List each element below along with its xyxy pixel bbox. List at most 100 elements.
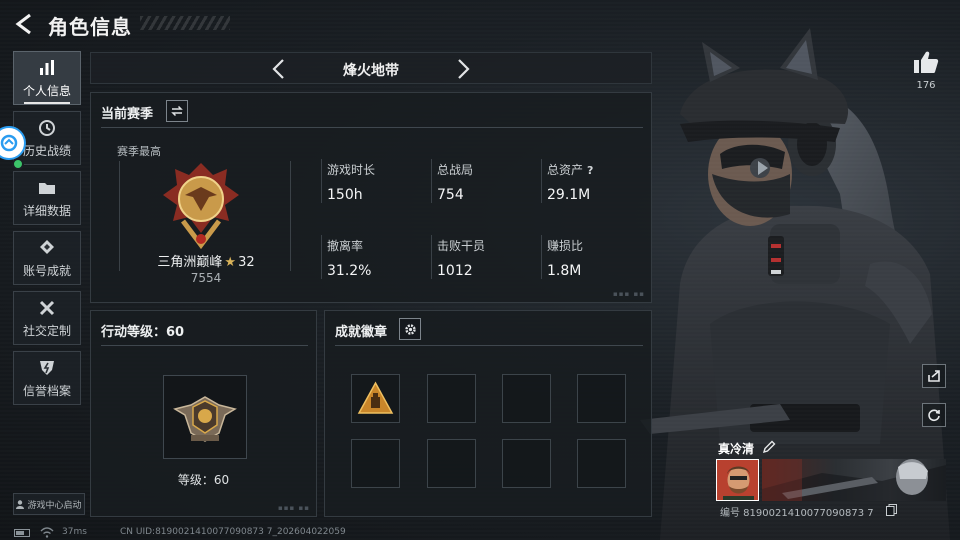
- divider: [321, 235, 322, 279]
- status-dot: [12, 158, 24, 170]
- stat-value: 1.8M: [547, 263, 582, 279]
- badge-slot[interactable]: [427, 374, 476, 423]
- corner-decoration: ▪▪▪ ▪▪: [278, 504, 310, 512]
- stat-value: 29.1M: [547, 187, 591, 203]
- avatar-portrait-icon: [717, 460, 758, 500]
- badge-slot[interactable]: [577, 439, 626, 488]
- badge-slot[interactable]: [502, 439, 551, 488]
- name-card-banner[interactable]: [762, 459, 946, 501]
- rank-name: 三角洲巅峰: [157, 255, 223, 270]
- stat-label: 总战局: [437, 163, 474, 177]
- game-center-launch[interactable]: 游戏中心启动: [13, 493, 85, 515]
- badge-slot[interactable]: [502, 374, 551, 423]
- person-icon: [16, 499, 25, 509]
- folder-icon: [39, 182, 55, 194]
- swap-season-button[interactable]: [166, 100, 188, 122]
- achievement-settings-button[interactable]: [399, 318, 421, 340]
- tools-icon: [39, 300, 55, 315]
- title-stripes: [140, 16, 230, 30]
- gear-icon: [404, 323, 416, 335]
- badge-slot[interactable]: [351, 439, 400, 488]
- sidebar: 个人信息 历史战绩 详细数据 账号成就 社交定制 信誉档案: [13, 51, 81, 411]
- stat-operators-defeated: 击败干员 1012: [437, 237, 485, 279]
- stat-play-time: 游戏时长 150h: [327, 161, 375, 203]
- refresh-button[interactable]: [922, 403, 946, 427]
- share-icon: [928, 370, 940, 382]
- badge-slot[interactable]: [351, 374, 400, 423]
- sidebar-item-label: 账号成就: [22, 263, 71, 278]
- shield-icon: [40, 360, 54, 375]
- bar-chart-icon: [40, 59, 54, 75]
- uid-readout: CN UID:8190021410077090873 7_20260402205…: [120, 527, 346, 537]
- stat-label: 游戏时长: [327, 163, 376, 177]
- back-arrow-icon[interactable]: [12, 12, 36, 36]
- mode-selector: 烽火地带: [90, 52, 652, 84]
- divider: [335, 345, 643, 346]
- player-card: 真冷清 编号 8190021410077090873 7: [716, 440, 946, 522]
- page-title: 角色信息: [48, 15, 132, 39]
- stat-extract-rate: 撤离率 31.2%: [327, 237, 371, 279]
- season-title: 当前赛季: [101, 107, 154, 122]
- edit-pencil-icon[interactable]: [762, 440, 776, 454]
- divider: [431, 235, 432, 279]
- header: 角色信息: [0, 0, 420, 48]
- chevron-right-icon[interactable]: [453, 58, 473, 80]
- rank-score: 7554: [190, 271, 222, 285]
- divider: [431, 159, 432, 203]
- player-id: 编号 8190021410077090873 7: [720, 508, 874, 519]
- corner-decoration: ▪▪▪ ▪▪: [613, 290, 645, 298]
- rank-stars: 32: [238, 255, 255, 270]
- stat-label: 总资产: [547, 163, 584, 177]
- level-panel: 行动等级：60 等级：60 ▪▪▪ ▪▪: [90, 310, 317, 517]
- warning-badge-icon: [357, 381, 394, 414]
- stat-profit-loss: 赚损比 1.8M: [547, 237, 583, 279]
- clock-icon: [39, 119, 55, 136]
- refresh-icon: [928, 409, 940, 422]
- rank-line: 三角洲巅峰 ★ 32: [121, 251, 291, 270]
- game-center-label: 游戏中心启动: [27, 500, 82, 511]
- stat-value: 1012: [437, 263, 473, 279]
- sidebar-item-label: 社交定制: [22, 323, 71, 338]
- sidebar-item-detailed-data[interactable]: 详细数据: [13, 171, 81, 225]
- share-button[interactable]: [922, 364, 946, 388]
- player-name: 真冷清: [718, 442, 755, 456]
- battery-icon: [14, 529, 30, 537]
- sidebar-item-label: 详细数据: [22, 203, 71, 218]
- stat-total-assets: 总资产? 29.1M: [547, 161, 593, 203]
- sidebar-item-label: 个人信息: [22, 83, 71, 98]
- copy-icon[interactable]: [886, 504, 897, 516]
- avatar[interactable]: [716, 459, 759, 501]
- season-best-label: 赛季最高: [117, 145, 161, 158]
- like-count: 176: [916, 80, 936, 91]
- stat-label-row: 总资产?: [547, 161, 593, 178]
- chat-bubble-icon: [0, 134, 18, 152]
- mode-title: 烽火地带: [343, 63, 399, 79]
- badge-slot[interactable]: [427, 439, 476, 488]
- ping-readout: 37ms: [62, 527, 87, 537]
- stat-value: 754: [437, 187, 464, 203]
- sidebar-item-personal-info[interactable]: 个人信息: [13, 51, 81, 105]
- sidebar-item-social[interactable]: 社交定制: [13, 291, 81, 345]
- rank-emblem-icon: [163, 163, 239, 250]
- star-icon: ★: [224, 255, 237, 270]
- stat-value: 150h: [327, 187, 363, 203]
- stat-value: 31.2%: [327, 263, 372, 279]
- level-caption: 等级：60: [177, 473, 230, 487]
- badge-slot[interactable]: [577, 374, 626, 423]
- like-block[interactable]: 176: [910, 50, 942, 91]
- sidebar-item-reputation[interactable]: 信誉档案: [13, 351, 81, 405]
- stat-label: 击败干员: [437, 239, 486, 253]
- divider: [101, 127, 643, 128]
- achievement-title: 成就徽章: [335, 325, 388, 340]
- stat-label: 赚损比: [547, 239, 584, 253]
- divider: [321, 159, 322, 203]
- stat-label: 撤离率: [327, 239, 364, 253]
- help-icon[interactable]: ?: [587, 164, 593, 177]
- sidebar-item-achievements[interactable]: 账号成就: [13, 231, 81, 285]
- banner-art-icon: [762, 459, 946, 501]
- stat-total-matches: 总战局 754: [437, 161, 473, 203]
- medal-icon: [40, 239, 54, 254]
- divider: [541, 159, 542, 203]
- level-emblem-icon: [173, 396, 237, 442]
- wifi-icon: [40, 527, 54, 538]
